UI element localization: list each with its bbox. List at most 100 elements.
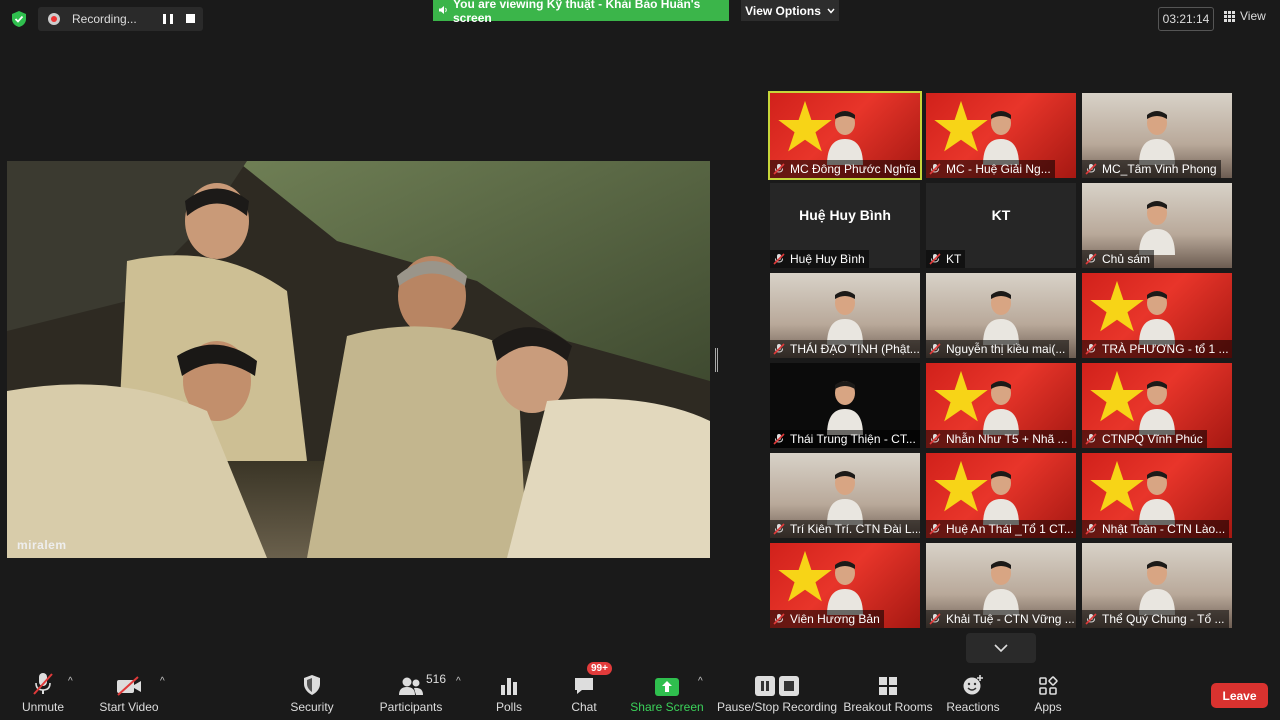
participant-name-bar: MC - Huệ Giải Ng...	[926, 160, 1055, 178]
participant-name: Nguyễn thị kiều mai(...	[946, 342, 1066, 356]
polls-label: Polls	[495, 700, 522, 714]
participant-display-name: KT	[991, 207, 1011, 223]
apps-icon	[1039, 676, 1058, 695]
participant-name-bar: Thể Quý Chung - Tổ ...	[1082, 610, 1229, 628]
participant-name: Huệ Huy Bình	[790, 252, 865, 266]
participant-name: MC - Huệ Giải Ng...	[946, 162, 1051, 176]
shield-check-icon[interactable]	[10, 10, 28, 28]
participant-name-bar: Nhẫn Như T5 + Nhã ...	[926, 430, 1072, 448]
microphone-muted-icon	[929, 253, 941, 265]
view-button[interactable]: View	[1224, 9, 1266, 23]
recording-label: Recording...	[72, 12, 137, 26]
participant-tile[interactable]: Viên Hương Bản	[770, 543, 920, 628]
participant-tile[interactable]: CTNPQ Vĩnh Phúc	[1082, 363, 1232, 448]
participant-display-name: Huệ Huy Bình	[799, 207, 891, 223]
participant-tile[interactable]: MC_Tâm Vinh Phong	[1082, 93, 1232, 178]
microphone-muted-icon	[33, 673, 53, 695]
participant-name-bar: Nhật Toàn - CTN Lào...	[1082, 520, 1230, 538]
participant-name: KT	[946, 252, 962, 266]
video-options-caret[interactable]: ^	[160, 676, 165, 687]
participant-name: Viên Hương Bản	[790, 612, 880, 626]
microphone-muted-icon	[773, 343, 785, 355]
microphone-muted-icon	[1085, 253, 1097, 265]
participant-name-bar: Thái Trung Thiện - CT...	[770, 430, 920, 448]
chevron-down-icon	[994, 644, 1008, 652]
participant-name-bar: MC Đông Phước Nghĩa	[770, 160, 920, 178]
leave-button[interactable]: Leave	[1211, 683, 1268, 708]
pause-icon	[755, 676, 775, 696]
microphone-muted-icon	[1085, 433, 1097, 445]
participant-tile[interactable]: Trí Kiên Trí. CTN Đài L...	[770, 453, 920, 538]
emoji-icon	[963, 675, 983, 695]
pause-stop-recording-button[interactable]: Pause/Stop Recording	[717, 666, 837, 714]
participant-tile[interactable]: Nhật Toàn - CTN Lào...	[1082, 453, 1232, 538]
microphone-muted-icon	[929, 163, 941, 175]
view-label: View	[1240, 9, 1266, 23]
share-options-caret[interactable]: ^	[698, 676, 703, 687]
share-screen-icon	[655, 678, 679, 696]
grid-icon	[1224, 10, 1235, 22]
participant-name: Huệ An Thái _Tổ 1 CT...	[946, 522, 1074, 536]
participant-name: THÁI ĐẠO TỊNH (Phật...	[790, 342, 920, 356]
breakout-rooms-label: Breakout Rooms	[843, 700, 933, 714]
start-video-button[interactable]: Start Video	[84, 666, 174, 714]
participant-tile[interactable]: Huệ Huy Bình Huệ Huy Bình	[770, 183, 920, 268]
chevron-down-icon	[827, 8, 835, 14]
video-off-icon	[117, 676, 141, 696]
apps-button[interactable]: Apps	[1003, 666, 1093, 714]
participant-name: MC Đông Phước Nghĩa	[790, 162, 916, 176]
shared-screen: miralem	[7, 161, 710, 558]
microphone-muted-icon	[929, 433, 941, 445]
chat-button[interactable]: 99+ Chat	[539, 662, 629, 714]
audio-options-caret[interactable]: ^	[68, 676, 73, 687]
breakout-rooms-button[interactable]: Breakout Rooms	[843, 666, 933, 714]
participant-name-bar: Nguyễn thị kiều mai(...	[926, 340, 1070, 358]
microphone-muted-icon	[929, 343, 941, 355]
microphone-muted-icon	[773, 523, 785, 535]
participant-tile[interactable]: Nguyễn thị kiều mai(...	[926, 273, 1076, 358]
microphone-muted-icon	[773, 163, 785, 175]
chat-label: Chat	[571, 700, 597, 714]
participant-name: TRÀ PHƯƠNG - tổ 1 ...	[1102, 342, 1229, 356]
viewing-banner: You are viewing Kỹ thuật - Khải Bảo Huấn…	[433, 0, 729, 25]
participant-tile[interactable]: Huệ An Thái _Tổ 1 CT...	[926, 453, 1076, 538]
apps-label: Apps	[1034, 700, 1062, 714]
participant-tile[interactable]: Khải Tuệ - CTN Vững ...	[926, 543, 1076, 628]
participant-name-bar: KT	[926, 250, 966, 268]
participant-tile[interactable]: Thể Quý Chung - Tổ ...	[1082, 543, 1232, 628]
participant-tile[interactable]: THÁI ĐẠO TỊNH (Phật...	[770, 273, 920, 358]
resize-handle[interactable]	[715, 348, 718, 372]
participants-options-caret[interactable]: ^	[456, 676, 461, 687]
microphone-muted-icon	[1085, 343, 1097, 355]
microphone-muted-icon	[929, 613, 941, 625]
participant-tile[interactable]: Thái Trung Thiện - CT...	[770, 363, 920, 448]
breakout-rooms-icon	[879, 677, 897, 695]
participant-tile[interactable]: Nhẫn Như T5 + Nhã ...	[926, 363, 1076, 448]
microphone-muted-icon	[1085, 163, 1097, 175]
participant-tile[interactable]: TRÀ PHƯƠNG - tổ 1 ...	[1082, 273, 1232, 358]
participant-name-bar: Huệ Huy Bình	[770, 250, 869, 268]
unmute-button[interactable]: Unmute	[0, 666, 88, 714]
participant-tile[interactable]: MC Đông Phước Nghĩa	[768, 91, 922, 180]
pause-recording-icon[interactable]	[163, 14, 173, 24]
speaker-icon	[439, 6, 447, 14]
participant-name: Thái Trung Thiện - CT...	[790, 432, 916, 446]
participant-name-bar: Trí Kiên Trí. CTN Đài L...	[770, 520, 920, 538]
participant-count: 516	[426, 672, 447, 686]
participant-name: Thể Quý Chung - Tổ ...	[1102, 612, 1225, 626]
participant-tile[interactable]: Chủ sám	[1082, 183, 1232, 268]
gallery-next-page-button[interactable]	[966, 633, 1036, 663]
participant-name-bar: Viên Hương Bản	[770, 610, 884, 628]
stop-icon	[779, 676, 799, 696]
security-button[interactable]: Security	[267, 666, 357, 714]
bar-chart-icon	[501, 678, 517, 695]
share-screen-button[interactable]: Share Screen	[622, 666, 712, 714]
unmute-label: Unmute	[21, 700, 65, 714]
stop-recording-icon[interactable]	[186, 14, 195, 23]
participant-tile[interactable]: KT KT	[926, 183, 1076, 268]
participants-icon	[399, 677, 423, 695]
participants-label: Participants	[379, 700, 443, 714]
view-options-button[interactable]: View Options	[741, 0, 839, 21]
participants-button[interactable]: 516 Participants	[366, 666, 456, 714]
participant-tile[interactable]: MC - Huệ Giải Ng...	[926, 93, 1076, 178]
